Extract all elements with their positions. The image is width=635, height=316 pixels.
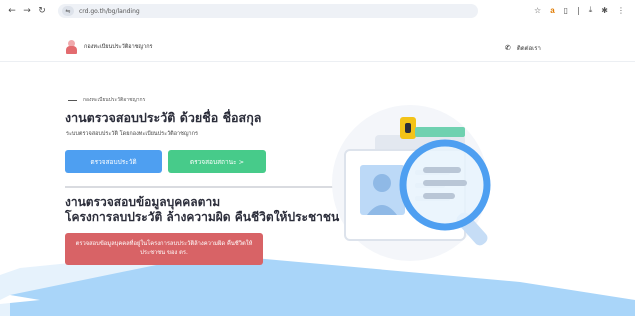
section2-title: งานตรวจสอบข้อมูลบุคคลตาม โครงการลบประวัต…: [65, 195, 339, 225]
section-divider: [65, 186, 341, 188]
site-header: กองทะเบียนประวัติอาชญากร ✆ ติดต่อเรา: [0, 30, 635, 62]
download-icon[interactable]: ⤓: [589, 5, 593, 15]
amazon-icon[interactable]: a: [550, 6, 554, 15]
kicker-text: กองทะเบียนประวัติอาชญากร: [83, 97, 146, 103]
hero-kicker: กองทะเบียนประวัติอาชญากร: [68, 96, 145, 104]
back-icon[interactable]: ←: [6, 5, 18, 17]
forward-icon[interactable]: →: [21, 5, 33, 17]
section2-title-line2: โครงการลบประวัติ ล้างความผิด คืนชีวิตให้…: [65, 210, 340, 224]
address-bar[interactable]: ⇋ crd.go.th/bg/landing: [58, 4, 478, 18]
url-text[interactable]: crd.go.th/bg/landing: [79, 8, 140, 15]
note-icon[interactable]: ▯: [564, 6, 568, 15]
more-icon[interactable]: ⋮: [617, 6, 625, 15]
record-clearance-check-button[interactable]: ตรวจสอบข้อมูลบุคคลที่อยู่ในโครงการลบประว…: [65, 233, 263, 265]
star-icon[interactable]: ☆: [534, 6, 541, 15]
kicker-line: [68, 99, 77, 101]
extension-icon[interactable]: ✱: [601, 6, 608, 15]
hero-subtitle: ระบบตรวจสอบประวัติ โดยกองทะเบียนประวัติอ…: [66, 131, 198, 137]
logo-icon[interactable]: [66, 40, 77, 54]
check-status-button[interactable]: ตรวจสอบสถานะ >: [168, 150, 266, 173]
phone-icon: ✆: [505, 44, 511, 52]
browser-toolbar: ← → ↻ ⇋ crd.go.th/bg/landing ☆ a ▯ | ⤓ ✱…: [0, 0, 635, 22]
id-card-search-illustration: [332, 105, 491, 261]
contact-label: ติดต่อเรา: [516, 45, 541, 52]
reload-icon[interactable]: ↻: [36, 5, 48, 17]
org-name[interactable]: กองทะเบียนประวัติอาชญากร: [84, 43, 153, 51]
divider-icon: |: [577, 5, 580, 15]
check-history-button[interactable]: ตรวจสอบประวัติ: [65, 150, 162, 173]
hero-title: งานตรวจสอบประวัติ ด้วยชื่อ ชื่อสกุล: [65, 110, 262, 125]
tune-icon[interactable]: ⇋: [62, 6, 74, 16]
contact-link[interactable]: ✆ ติดต่อเรา: [505, 43, 541, 53]
section2-title-line1: งานตรวจสอบข้อมูลบุคคลตาม: [65, 195, 221, 209]
